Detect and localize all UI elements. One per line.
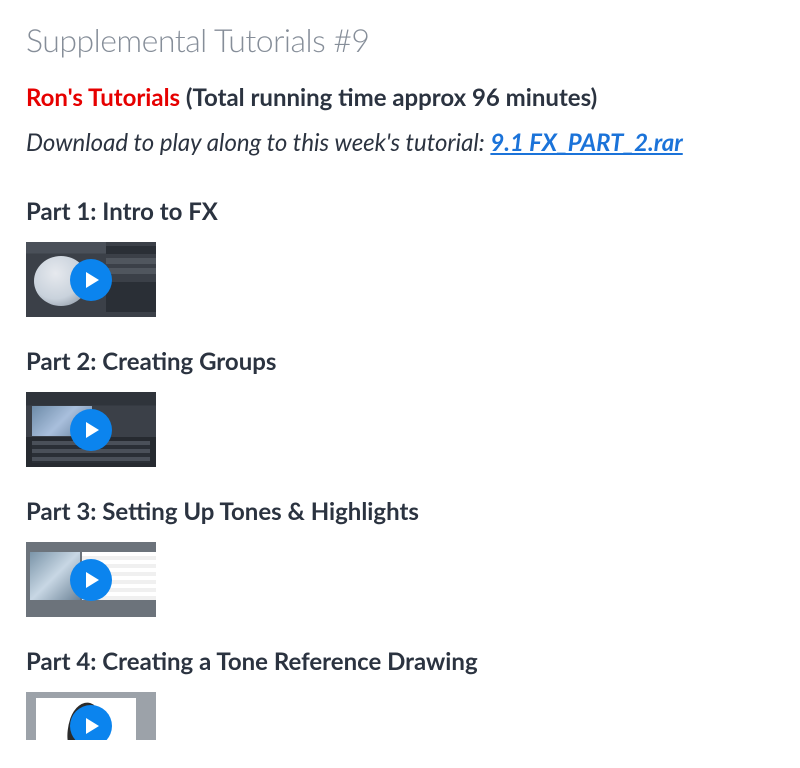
play-icon [70, 259, 112, 301]
video-thumbnail-part-3[interactable] [26, 542, 156, 617]
download-prefix: Download to play along to this week's tu… [26, 128, 490, 157]
play-icon [70, 559, 112, 601]
video-thumbnail-part-4[interactable] [26, 692, 156, 740]
running-time-text: (Total running time approx 96 minutes) [180, 83, 597, 112]
download-link[interactable]: 9.1 FX_PART_2.rar [490, 128, 682, 157]
play-icon [70, 409, 112, 451]
video-thumbnail-part-1[interactable] [26, 242, 156, 317]
subtitle-line: Ron's Tutorials (Total running time appr… [26, 83, 774, 112]
download-line: Download to play along to this week's tu… [26, 128, 774, 157]
play-icon [70, 705, 112, 740]
video-thumbnail-part-2[interactable] [26, 392, 156, 467]
part-title-1: Part 1: Intro to FX [26, 197, 774, 226]
part-title-2: Part 2: Creating Groups [26, 347, 774, 376]
author-name: Ron's Tutorials [26, 83, 180, 112]
page-title: Supplemental Tutorials #9 [26, 20, 774, 59]
part-title-4: Part 4: Creating a Tone Reference Drawin… [26, 647, 774, 676]
part-title-3: Part 3: Setting Up Tones & Highlights [26, 497, 774, 526]
